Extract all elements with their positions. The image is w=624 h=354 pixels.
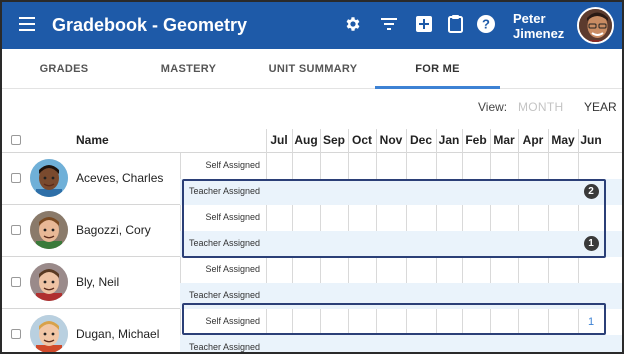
view-month-toggle[interactable]: MONTH <box>518 100 564 114</box>
student-avatar <box>30 159 68 197</box>
student-name[interactable]: Bly, Neil <box>76 275 119 289</box>
highlight-teacher-assigned <box>182 179 606 258</box>
month-header-apr: Apr <box>522 133 544 147</box>
month-header-nov: Nov <box>379 133 403 147</box>
student-name[interactable]: Dugan, Michael <box>76 327 159 341</box>
app-frame: Gradebook - Geometry ? Peter Jimenez GRA… <box>0 0 624 354</box>
self-assigned-label: Self Assigned <box>205 264 260 274</box>
month-header-dec: Dec <box>409 133 432 147</box>
student-avatar <box>30 263 68 301</box>
view-label: View: <box>478 100 508 114</box>
month-header-mar: Mar <box>493 133 515 147</box>
month-header-jun: Jun <box>580 133 602 147</box>
student-avatar <box>30 211 68 249</box>
month-header-oct: Oct <box>351 133 372 147</box>
student-checkbox[interactable] <box>11 277 21 287</box>
app-title: Gradebook - Geometry <box>52 15 248 35</box>
teacher-assigned-label: Teacher Assigned <box>188 342 260 352</box>
gear-icon[interactable] <box>344 15 362 33</box>
highlight-self-assigned <box>182 303 606 335</box>
month-header-aug: Aug <box>294 133 318 147</box>
svg-text:?: ? <box>482 17 490 32</box>
student-checkbox[interactable] <box>11 173 21 183</box>
user-last-name: Jimenez <box>513 26 565 41</box>
filter-icon[interactable] <box>380 15 398 33</box>
tab-bar: GRADES MASTERY UNIT SUMMARY FOR ME <box>2 49 622 89</box>
help-icon[interactable]: ? <box>477 15 495 33</box>
student-checkbox[interactable] <box>11 225 21 235</box>
name-column-header[interactable]: Name <box>76 133 109 147</box>
student-checkbox[interactable] <box>11 329 21 339</box>
self-assigned-row: Self Assigned <box>180 257 622 283</box>
month-header-may: May <box>551 133 575 147</box>
tab-mastery[interactable]: MASTERY <box>126 49 251 89</box>
add-icon[interactable] <box>415 15 433 33</box>
app-bar: Gradebook - Geometry ? Peter Jimenez <box>2 2 622 49</box>
user-name[interactable]: Peter Jimenez <box>513 11 564 41</box>
month-header-sep: Sep <box>322 133 345 147</box>
view-year-toggle[interactable]: YEAR <box>584 100 617 114</box>
select-all-checkbox[interactable] <box>11 135 21 145</box>
student-name[interactable]: Bagozzi, Cory <box>76 223 151 237</box>
month-header-feb: Feb <box>465 133 487 147</box>
tab-unit-summary[interactable]: UNIT SUMMARY <box>251 49 375 89</box>
self-assigned-label: Self Assigned <box>205 160 260 170</box>
tab-for-me[interactable]: FOR ME <box>375 49 500 89</box>
teacher-assigned-label: Teacher Assigned <box>188 290 260 300</box>
user-avatar[interactable] <box>577 7 614 44</box>
user-first-name: Peter <box>513 11 546 26</box>
menu-icon[interactable] <box>19 17 35 31</box>
teacher-assigned-row: Teacher Assigned <box>180 335 622 352</box>
month-header-jan: Jan <box>438 133 460 147</box>
clipboard-icon[interactable] <box>446 15 464 33</box>
active-tab-indicator <box>375 86 500 89</box>
student-avatar <box>30 315 68 352</box>
month-header-jul: Jul <box>270 133 288 147</box>
tab-grades[interactable]: GRADES <box>2 49 126 89</box>
self-assigned-row: Self Assigned <box>180 153 622 179</box>
student-name[interactable]: Aceves, Charles <box>76 171 163 185</box>
